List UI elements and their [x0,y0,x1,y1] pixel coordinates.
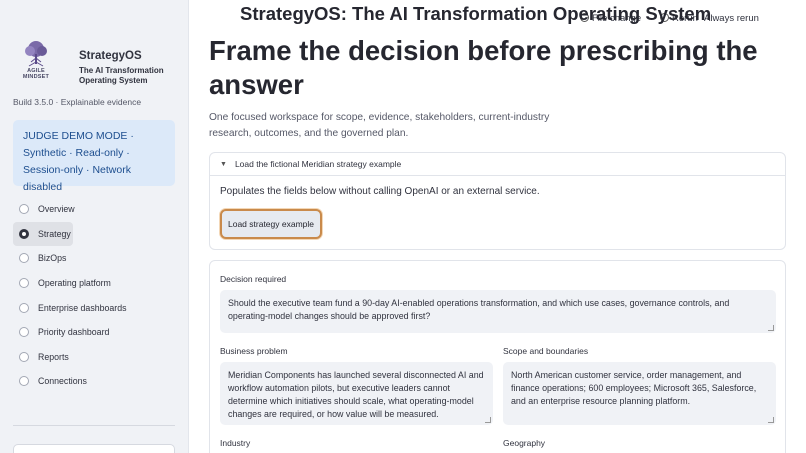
build-version: Build 3.5.0 · Explainable evidence [13,97,142,107]
radio-icon [19,351,29,362]
scope-boundaries-label: Scope and boundaries [503,346,589,356]
agile-mindset-logo: AGILE MINDSET [18,40,54,84]
load-strategy-example-button[interactable]: Load strategy example [220,209,322,239]
demo-mode-notice: JUDGE DEMO MODE · Synthetic · Read-only … [13,120,175,193]
sidebar-item-label: Operating platform [38,278,111,289]
logo-text-line2: MINDSET [22,74,50,80]
sidebar-item-label: Connections [38,376,87,387]
page-lead: One focused workspace for scope, evidenc… [209,112,550,139]
brand-text: StrategyOS The AI Transformation Operati… [79,50,174,86]
resize-grip-icon[interactable] [485,417,491,423]
scope-boundaries-field[interactable]: North American customer service, order m… [503,362,776,425]
sidebar-nav: Overview Strategy BizOps Operating platf… [13,197,175,394]
chevron-down-icon: ▼ [220,160,227,168]
expander-body: Populates the fields below without calli… [210,176,785,249]
sidebar-item-strategy[interactable]: Strategy [13,221,73,247]
radio-icon [19,204,29,215]
strategy-form: Decision required Should the executive t… [209,260,786,453]
sidebar-item-label: BizOps [38,253,67,264]
tree-logo-icon [25,41,47,67]
sidebar-item-label: Overview [38,204,75,215]
sidebar-widget[interactable] [13,444,175,453]
radio-icon [19,376,29,387]
sidebar-item-label: Strategy [38,228,71,239]
expander-title: Load the fictional Meridian strategy exa… [234,159,402,169]
sidebar-item-label: Reports [38,351,69,362]
sidebar-item-label: Priority dashboard [38,327,110,338]
overlay-title: StrategyOS: The AI Transformation Operat… [240,3,712,24]
radio-selected-icon [19,228,29,239]
sidebar-item-enterprise-dashboards[interactable]: Enterprise dashboards [13,295,127,320]
expander-description: Populates the fields below without calli… [220,186,540,197]
brand-name: StrategyOS [79,50,142,62]
sidebar-item-priority-dashboard[interactable]: Priority dashboard [13,320,109,345]
business-problem-field[interactable]: Meridian Components has launched several… [220,362,493,425]
decision-required-field[interactable]: Should the executive team fund a 90-day … [220,290,776,333]
industry-label: Industry [220,438,251,448]
brand: AGILE MINDSET StrategyOS The AI Transfor… [18,40,174,86]
sidebar-item-reports[interactable]: Reports [13,345,73,370]
sidebar-item-connections[interactable]: Connections [13,369,87,394]
decision-required-value: Should the executive team fund a 90-day … [228,298,730,321]
decision-required-label: Decision required [220,274,287,284]
business-problem-value: Meridian Components has launched several… [228,370,484,419]
always-rerun-button[interactable]: Always rerun [704,13,759,24]
brand-subtitle: The AI Transformation Operating System [79,66,164,85]
sidebar-item-overview[interactable]: Overview [13,197,75,222]
sidebar-item-operating-platform[interactable]: Operating platform [13,271,111,296]
radio-icon [19,302,29,313]
business-problem-label: Business problem [220,346,288,356]
geography-label: Geography [503,438,546,448]
sidebar: AGILE MINDSET StrategyOS The AI Transfor… [0,0,189,453]
example-expander: ▼ Load the fictional Meridian strategy e… [209,152,786,250]
radio-icon [19,253,29,264]
sidebar-divider [13,425,175,426]
radio-icon [19,327,29,338]
resize-grip-icon[interactable] [768,417,774,423]
expander-header[interactable]: ▼ Load the fictional Meridian strategy e… [210,153,785,176]
resize-grip-icon[interactable] [768,325,774,331]
radio-icon [19,278,29,289]
sidebar-item-bizops[interactable]: BizOps [13,246,73,271]
sidebar-item-label: Enterprise dashboards [38,302,127,313]
page-title: Frame the decision before prescribing th… [209,35,758,100]
scope-boundaries-value: North American customer service, order m… [511,370,757,406]
